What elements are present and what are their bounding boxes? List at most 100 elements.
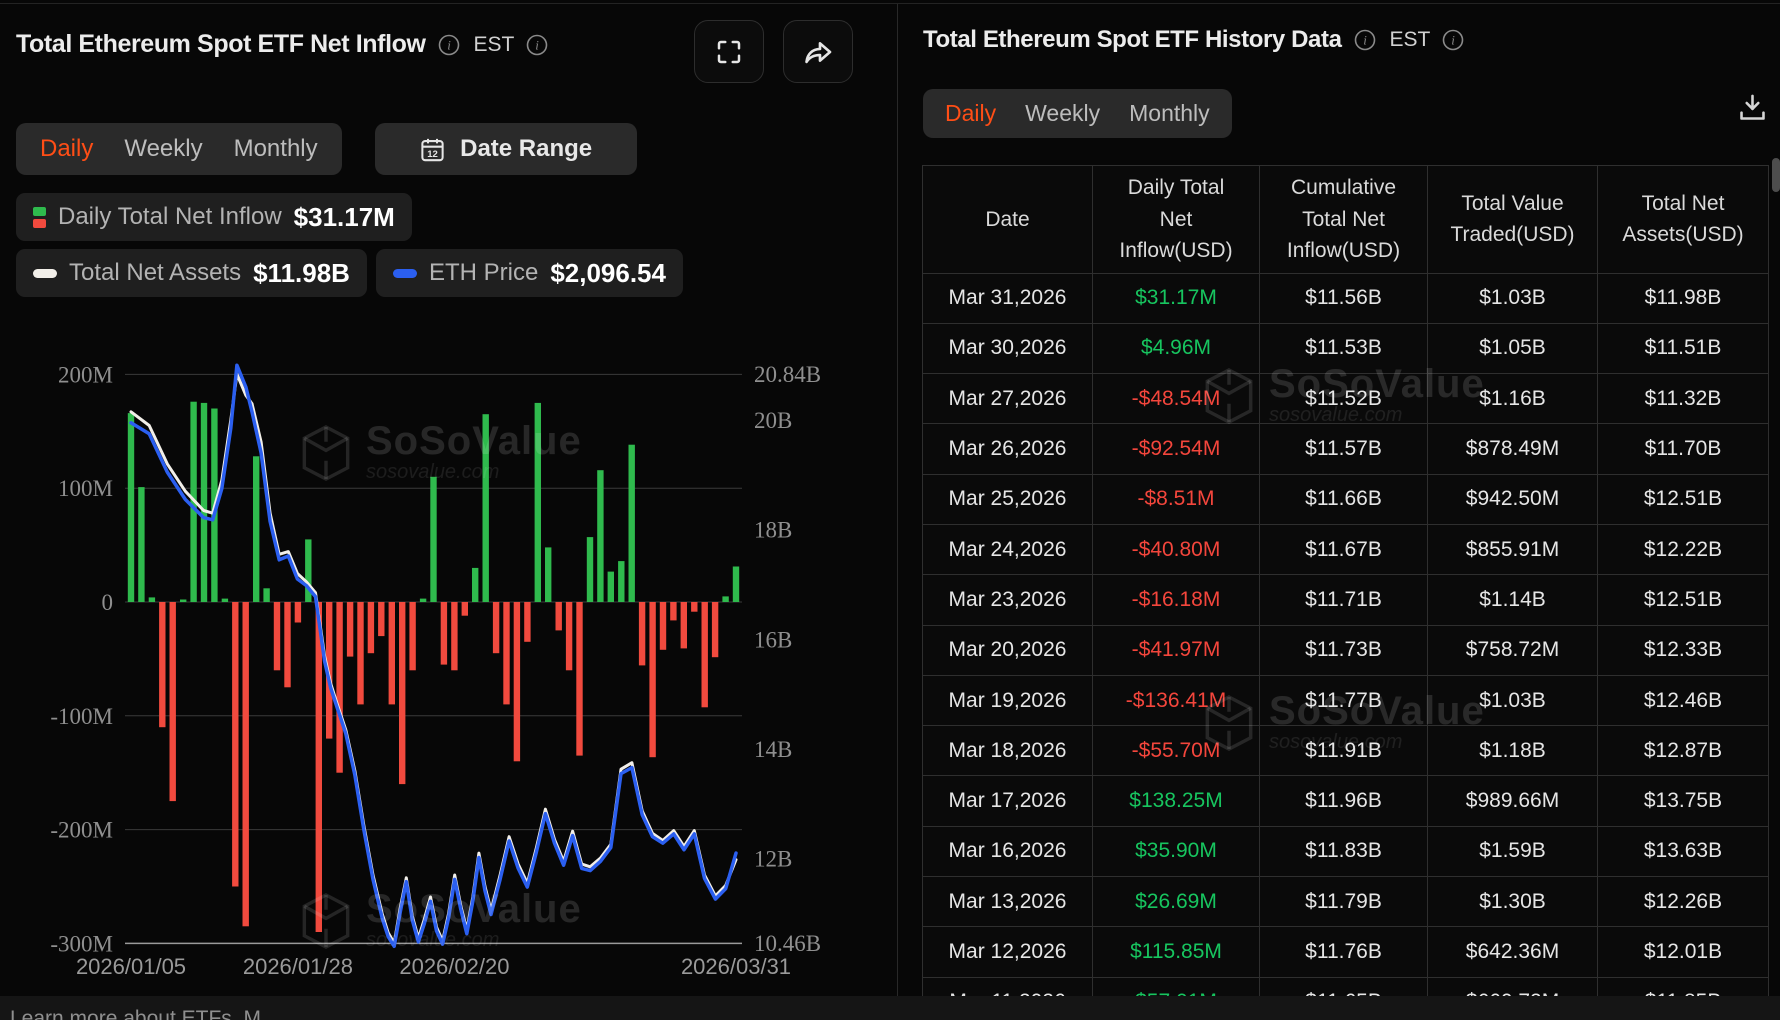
inflow-bar — [316, 602, 322, 932]
legend-total-net-assets[interactable]: Total Net Assets $11.98B — [16, 249, 367, 297]
inflow-bar — [409, 602, 415, 670]
legend-value: $2,096.54 — [550, 258, 666, 289]
inflow-bar — [336, 602, 342, 773]
column-header: Total Value Traded(USD) — [1428, 166, 1598, 274]
cell-cumulative-inflow: $11.53B — [1260, 323, 1428, 373]
cell-value-traded: $1.05B — [1428, 323, 1598, 373]
inflow-bar — [180, 600, 186, 603]
inflow-bar — [733, 567, 739, 603]
cell-date: Mar 12,2026 — [923, 927, 1093, 977]
table-row: Mar 26,2026-$92.54M$11.57B$878.49M$11.70… — [923, 424, 1769, 474]
inflow-bar — [357, 602, 363, 704]
right-axis-tick: 12B — [754, 847, 792, 872]
table-row: Mar 31,2026$31.17M$11.56B$1.03B$11.98B — [923, 273, 1769, 323]
cell-daily-inflow: $35.90M — [1093, 826, 1260, 876]
period-tab-group: Daily Weekly Monthly — [16, 123, 342, 175]
legend-daily-net-inflow[interactable]: Daily Total Net Inflow $31.17M — [16, 193, 412, 241]
cell-daily-inflow: $26.69M — [1093, 877, 1260, 927]
legend-value: $31.17M — [294, 202, 395, 233]
cell-value-traded: $989.66M — [1428, 776, 1598, 826]
tab-daily[interactable]: Daily — [40, 135, 93, 163]
inflow-chart[interactable]: 200M100M0-100M-200M-300M20.84B20B18B16B1… — [0, 300, 897, 1000]
table-row: Mar 18,2026-$55.70M$11.91B$1.18B$12.87B — [923, 726, 1769, 776]
legend-label: ETH Price — [429, 259, 538, 287]
fullscreen-button[interactable] — [694, 20, 764, 83]
legend-label: Daily Total Net Inflow — [58, 203, 282, 231]
chart-controls: Daily Weekly Monthly 12 Date Range — [16, 123, 637, 175]
info-icon[interactable]: i — [1441, 28, 1465, 52]
date-range-button[interactable]: 12 Date Range — [375, 123, 637, 175]
left-axis-tick: 200M — [58, 362, 113, 387]
cell-date: Mar 13,2026 — [923, 877, 1093, 927]
inflow-bar — [149, 597, 155, 602]
cell-value-traded: $1.03B — [1428, 675, 1598, 725]
tab-daily[interactable]: Daily — [945, 100, 996, 127]
cell-date: Mar 31,2026 — [923, 273, 1093, 323]
table-row: Mar 13,2026$26.69M$11.79B$1.30B$12.26B — [923, 877, 1769, 927]
tab-weekly[interactable]: Weekly — [1025, 100, 1100, 127]
inflow-bar — [503, 602, 509, 704]
inflow-bar — [566, 602, 572, 670]
share-button[interactable] — [783, 20, 853, 83]
cell-cumulative-inflow: $11.96B — [1260, 776, 1428, 826]
inflow-bar — [430, 477, 436, 602]
cell-value-traded: $660.72M — [1428, 977, 1598, 996]
table-scrollbar-thumb[interactable] — [1772, 158, 1780, 192]
x-axis-tick: 2026/01/28 — [243, 954, 353, 979]
table-row: Mar 30,2026$4.96M$11.53B$1.05B$11.51B — [923, 323, 1769, 373]
tab-monthly[interactable]: Monthly — [1129, 100, 1210, 127]
inflow-bar — [608, 572, 614, 602]
inflow-bar — [243, 602, 249, 926]
timezone-label: EST — [1390, 28, 1431, 52]
info-icon[interactable]: i — [525, 33, 549, 57]
inflow-bar — [389, 602, 395, 704]
inflow-bar — [556, 602, 562, 630]
table-period-tab-group: Daily Weekly Monthly — [923, 89, 1232, 138]
info-icon[interactable]: i — [437, 33, 461, 57]
left-axis-tick: -300M — [50, 931, 113, 956]
table-row: Mar 16,2026$35.90M$11.83B$1.59B$13.63B — [923, 826, 1769, 876]
fullscreen-icon — [714, 37, 744, 67]
cell-net-assets: $12.01B — [1598, 927, 1769, 977]
right-axis-tick: 20B — [754, 408, 792, 433]
x-axis-tick: 2026/03/31 — [681, 954, 791, 979]
page-title: Total Ethereum Spot ETF Net Inflow — [16, 30, 426, 59]
cell-daily-inflow: -$48.54M — [1093, 374, 1260, 424]
download-icon — [1737, 92, 1768, 123]
bar-series-icon — [33, 207, 46, 228]
inflow-bar — [545, 547, 551, 602]
inflow-bar — [232, 602, 238, 887]
cell-cumulative-inflow: $11.83B — [1260, 826, 1428, 876]
table-row: Mar 23,2026-$16.18M$11.71B$1.14B$12.51B — [923, 575, 1769, 625]
inflow-bar — [535, 403, 541, 602]
cell-value-traded: $878.49M — [1428, 424, 1598, 474]
legend-label: Total Net Assets — [69, 259, 241, 287]
left-panel-header: Total Ethereum Spot ETF Net Inflow i EST… — [16, 30, 549, 59]
cell-daily-inflow: -$41.97M — [1093, 625, 1260, 675]
download-button[interactable] — [1737, 92, 1768, 128]
cell-daily-inflow: -$136.41M — [1093, 675, 1260, 725]
inflow-bar — [587, 537, 593, 602]
cell-cumulative-inflow: $11.65B — [1260, 977, 1428, 996]
inflow-bar — [420, 599, 426, 602]
legend-value: $11.98B — [253, 258, 350, 289]
date-range-label: Date Range — [460, 135, 592, 163]
table-row: Mar 12,2026$115.85M$11.76B$642.36M$12.01… — [923, 927, 1769, 977]
cell-value-traded: $642.36M — [1428, 927, 1598, 977]
inflow-bar — [524, 602, 530, 642]
inflow-bar — [159, 602, 165, 727]
cell-cumulative-inflow: $11.56B — [1260, 273, 1428, 323]
column-header: Date — [923, 166, 1093, 274]
right-axis-tick: 14B — [754, 737, 792, 762]
cell-daily-inflow: -$8.51M — [1093, 474, 1260, 524]
info-icon[interactable]: i — [1353, 28, 1377, 52]
inflow-bar — [618, 561, 624, 602]
cell-daily-inflow: $115.85M — [1093, 927, 1260, 977]
inflow-bar — [170, 602, 176, 801]
inflow-bar — [639, 602, 645, 665]
cell-date: Mar 19,2026 — [923, 675, 1093, 725]
tab-monthly[interactable]: Monthly — [234, 135, 318, 163]
tab-weekly[interactable]: Weekly — [124, 135, 202, 163]
inflow-bar — [211, 409, 217, 603]
legend-eth-price[interactable]: ETH Price $2,096.54 — [376, 249, 683, 297]
